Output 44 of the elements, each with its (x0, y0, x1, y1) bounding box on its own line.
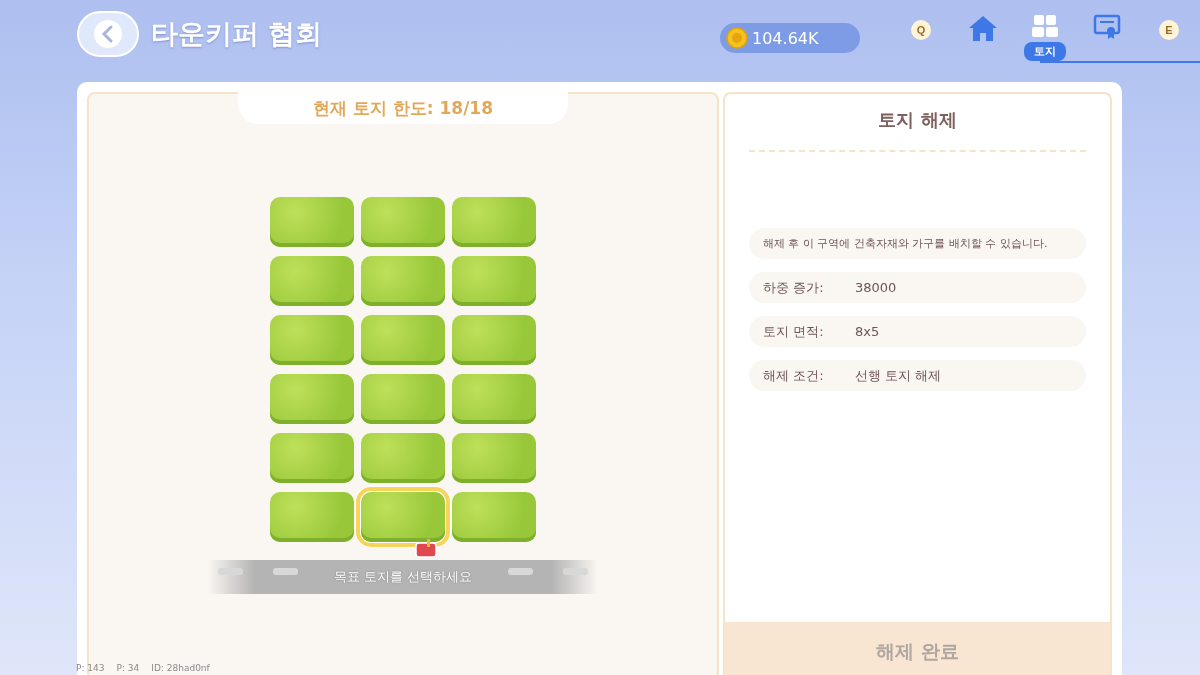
grass-tile[interactable] (270, 256, 354, 306)
grass-tile[interactable] (270, 197, 354, 247)
key-hint: Q (911, 19, 931, 40)
row-value: 38000 (855, 280, 897, 295)
grass-tile[interactable] (270, 374, 354, 424)
grass-tile[interactable] (452, 256, 536, 306)
coin-balance: 104.64K (720, 23, 860, 53)
detail-title: 토지 해제 (877, 108, 958, 132)
key-hint: E (1159, 19, 1179, 40)
land-limit: 현재 토지 한도: 18/18 (238, 92, 568, 124)
description-text: 해제 후 이 구역에 건축자재와 가구를 배치할 수 있습니다. (749, 228, 1086, 259)
hint-text: 목표 토지를 선택하세요 (333, 568, 473, 586)
coin-icon (726, 27, 748, 49)
row-value: 8x5 (855, 324, 880, 339)
row-label: 하중 증가: (763, 278, 825, 297)
row-value: 선행 토지 해제 (855, 366, 942, 385)
certificate-icon (1093, 13, 1121, 40)
grass-tile[interactable] (270, 492, 354, 542)
row-label: 토지 면적: (763, 322, 825, 341)
grass-tile[interactable] (361, 197, 445, 247)
debug-text: ID: 28had0nf (151, 663, 210, 673)
nav-tab[interactable]: E (1138, 13, 1200, 40)
home-icon (968, 13, 998, 42)
grass-tile[interactable] (361, 374, 445, 424)
page-title: 타운키퍼 협회 (151, 17, 323, 51)
mailbox-icon (415, 538, 437, 558)
nav-tab[interactable]: Q (890, 13, 952, 40)
grass-tile[interactable] (452, 492, 536, 542)
grass-tile[interactable] (452, 315, 536, 365)
grass-tile[interactable] (361, 315, 445, 365)
grid-icon (1031, 13, 1059, 38)
grass-tile[interactable] (270, 433, 354, 483)
grass-tile[interactable] (452, 374, 536, 424)
grass-tile[interactable] (361, 256, 445, 306)
grass-tile[interactable] (452, 197, 536, 247)
debug-text: P: 34 (116, 663, 140, 673)
grass-tile[interactable] (270, 315, 354, 365)
back-icon (92, 18, 124, 50)
debug-text: P: 143 (76, 663, 105, 673)
grass-tile[interactable] (452, 433, 536, 483)
nav-tab[interactable]: 토지 (1014, 13, 1076, 61)
grass-tile[interactable] (361, 433, 445, 483)
back-button[interactable] (77, 11, 139, 57)
row-label: 해제 조건: (763, 366, 825, 385)
